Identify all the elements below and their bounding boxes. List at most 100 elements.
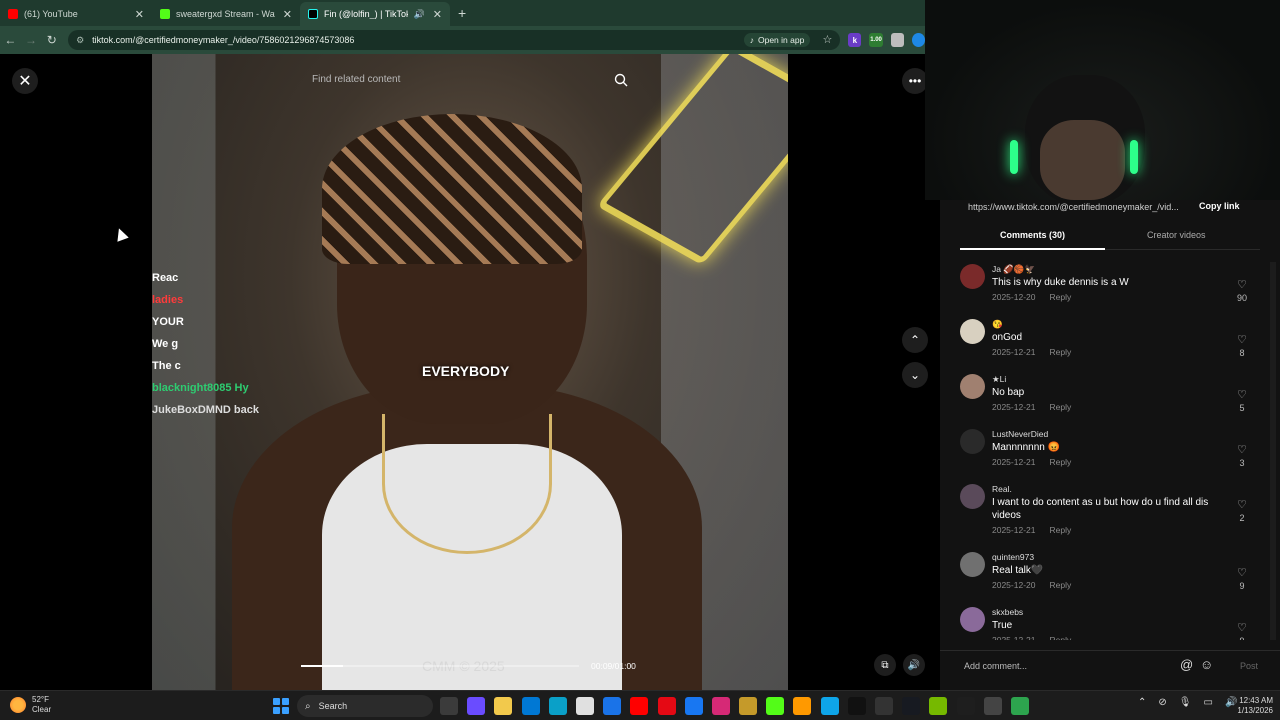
- taskbar-app-icon[interactable]: [820, 697, 839, 715]
- speaker-icon[interactable]: 🔊: [414, 9, 425, 20]
- heart-icon[interactable]: ♡: [1237, 566, 1247, 579]
- comment-list[interactable]: Ja 🏈🏀🦅 This is why duke dennis is a W 20…: [940, 262, 1280, 640]
- taskbar-clock[interactable]: 12:43 AM 1/13/2026: [1228, 696, 1273, 716]
- post-button[interactable]: Post: [1240, 661, 1258, 671]
- taskbar-app-icon[interactable]: [657, 697, 676, 715]
- heart-icon[interactable]: ♡: [1237, 621, 1247, 634]
- tab-tiktok[interactable]: Fin (@lolfin_) | TikTok 🔊 ✕: [300, 2, 450, 26]
- taskbar-app-icon[interactable]: [983, 697, 1002, 715]
- reply-button[interactable]: Reply: [1049, 580, 1071, 590]
- share-url[interactable]: https://www.tiktok.com/@certifiedmoneyma…: [968, 202, 1179, 212]
- heart-icon[interactable]: ♡: [1237, 278, 1247, 291]
- previous-video-icon[interactable]: ⌃: [902, 327, 928, 353]
- mention-icon[interactable]: @: [1180, 657, 1193, 672]
- bookmark-star-icon[interactable]: ☆: [822, 33, 832, 46]
- taskbar-app-icon[interactable]: [630, 697, 649, 715]
- reply-button[interactable]: Reply: [1049, 292, 1071, 302]
- taskbar-app-icon[interactable]: [1010, 697, 1029, 715]
- back-icon[interactable]: ←: [0, 33, 21, 47]
- taskbar-app-icon[interactable]: [684, 697, 703, 715]
- tab-comments[interactable]: Comments (30): [1000, 230, 1065, 240]
- avatar[interactable]: [960, 552, 985, 577]
- taskbar-app-icon[interactable]: [548, 697, 567, 715]
- miniplayer-icon[interactable]: ⧉: [874, 654, 896, 676]
- progress-bar[interactable]: [301, 665, 579, 667]
- video-frame[interactable]: Reac ladies YOUR We g The c blacknight80…: [152, 54, 788, 690]
- reply-button[interactable]: Reply: [1049, 402, 1071, 412]
- taskbar-app-icon[interactable]: [575, 697, 594, 715]
- avatar[interactable]: [960, 484, 985, 509]
- avatar[interactable]: [960, 374, 985, 399]
- extension-k[interactable]: k: [848, 33, 862, 47]
- tab-kick[interactable]: sweatergxd Stream - Watch Live ✕: [152, 2, 300, 26]
- comment-item: Ja 🏈🏀🦅 This is why duke dennis is a W 20…: [940, 262, 1280, 317]
- forward-icon[interactable]: →: [21, 33, 42, 47]
- url-text: tiktok.com/@certifiedmoneymaker_/video/7…: [92, 35, 355, 45]
- reply-button[interactable]: Reply: [1049, 457, 1071, 467]
- extension-speed[interactable]: 1.00: [869, 33, 883, 47]
- site-info-icon[interactable]: ⚙: [76, 35, 84, 46]
- search-icon[interactable]: [614, 73, 628, 87]
- taskbar-search[interactable]: ⌕ Search: [297, 695, 433, 717]
- taskbar-app-icon[interactable]: [467, 697, 486, 715]
- taskbar-app-icon[interactable]: [521, 697, 540, 715]
- beanie: [322, 114, 582, 264]
- avatar[interactable]: [960, 429, 985, 454]
- comment-username[interactable]: skxbebs: [992, 607, 1023, 617]
- tab-creator-videos[interactable]: Creator videos: [1147, 230, 1206, 240]
- avatar[interactable]: [960, 319, 985, 344]
- avatar[interactable]: [960, 607, 985, 632]
- extension-icon[interactable]: [911, 33, 925, 47]
- heart-icon[interactable]: ♡: [1237, 498, 1247, 511]
- comment-scrollbar[interactable]: [1270, 262, 1276, 640]
- heart-icon[interactable]: ♡: [1237, 333, 1247, 346]
- taskbar-app-icon[interactable]: [739, 697, 758, 715]
- taskbar-app-icon[interactable]: [902, 697, 921, 715]
- network-icon[interactable]: ⊘: [1158, 697, 1166, 708]
- close-tab-icon[interactable]: ✕: [135, 8, 144, 21]
- chevron-up-icon[interactable]: ⌃: [1138, 697, 1146, 708]
- taskbar-app-icon[interactable]: [875, 697, 893, 715]
- taskbar-app-icon[interactable]: [440, 697, 458, 715]
- like-count: 9: [1239, 581, 1245, 591]
- weather-widget[interactable]: 52°F Clear: [10, 695, 51, 715]
- taskbar-app-icon[interactable]: [603, 697, 622, 715]
- close-tab-icon[interactable]: ✕: [433, 8, 442, 21]
- taskbar-app-icon[interactable]: [929, 697, 948, 715]
- find-related-search[interactable]: Find related content: [312, 74, 400, 85]
- taskbar-app-icon[interactable]: [711, 697, 730, 715]
- heart-icon[interactable]: ♡: [1237, 388, 1247, 401]
- taskbar-app-icon[interactable]: [956, 697, 975, 715]
- comment-username[interactable]: LustNeverDied: [992, 429, 1048, 439]
- comment-username[interactable]: Ja 🏈🏀🦅: [992, 264, 1035, 275]
- close-tab-icon[interactable]: ✕: [283, 8, 292, 21]
- add-comment-input[interactable]: Add comment...: [964, 661, 1027, 671]
- next-video-icon[interactable]: ⌄: [902, 362, 928, 388]
- windows-start-icon[interactable]: [273, 698, 289, 714]
- reload-icon[interactable]: ↻: [41, 33, 62, 47]
- heart-icon[interactable]: ♡: [1237, 443, 1247, 456]
- tab-youtube[interactable]: (61) YouTube ✕: [0, 2, 152, 26]
- close-icon[interactable]: ✕: [12, 68, 38, 94]
- new-tab-button[interactable]: +: [458, 5, 466, 21]
- comment-username[interactable]: Real.: [992, 484, 1012, 494]
- comment-username[interactable]: 😘: [992, 319, 1003, 330]
- reply-button[interactable]: Reply: [1049, 347, 1071, 357]
- address-bar[interactable]: ⚙ tiktok.com/@certifiedmoneymaker_/video…: [68, 30, 841, 50]
- volume-icon[interactable]: 🔊: [903, 654, 925, 676]
- taskbar-app-icon[interactable]: [793, 697, 812, 715]
- reply-button[interactable]: Reply: [1049, 635, 1071, 640]
- taskbar-app-icon[interactable]: [766, 697, 785, 715]
- comment-username[interactable]: ★Li: [992, 374, 1006, 385]
- emoji-icon[interactable]: ☺: [1200, 657, 1213, 672]
- reply-button[interactable]: Reply: [1049, 525, 1071, 535]
- avatar[interactable]: [960, 264, 985, 289]
- taskbar-app-icon[interactable]: [494, 697, 513, 715]
- comment-username[interactable]: quinten973: [992, 552, 1034, 562]
- display-icon[interactable]: ▭: [1203, 697, 1212, 708]
- microphone-icon[interactable]: 🎙: [1179, 697, 1192, 708]
- open-in-app-button[interactable]: ♪ Open in app: [743, 33, 811, 47]
- extension-icon[interactable]: [890, 33, 904, 47]
- taskbar-app-icon[interactable]: [847, 697, 866, 715]
- copy-link-button[interactable]: Copy link: [1199, 201, 1240, 211]
